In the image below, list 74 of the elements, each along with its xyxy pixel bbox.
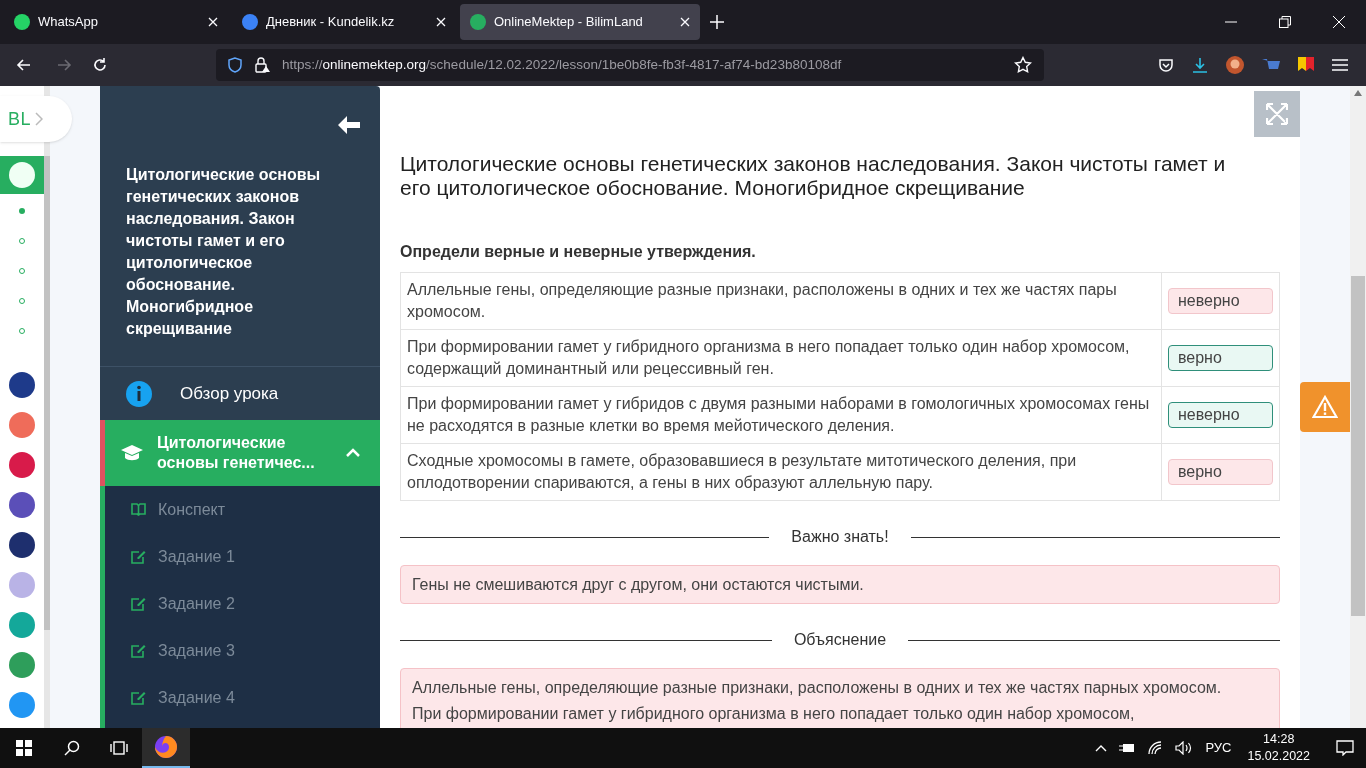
menu-icon[interactable]	[1332, 58, 1348, 72]
app-icon[interactable]	[9, 492, 35, 518]
question-text: Определи верные и неверные утверждения.	[400, 242, 757, 262]
statement-cell: При формировании гамет у гибридного организма в него попадает только один набор хромосом, содержащий доминантный или рецессивный ген.	[400, 329, 1162, 387]
statement-cell: Аллельные гены, определяющие разные признаки, расположены в одних и тех же частях пары хромосом.	[400, 272, 1162, 330]
close-icon[interactable]	[680, 17, 690, 27]
info-icon	[126, 380, 152, 407]
scrollbar-thumb[interactable]	[44, 156, 50, 630]
answer-chip: неверно	[1168, 402, 1273, 428]
edit-icon	[131, 690, 146, 705]
clock-date[interactable]: 15.02.2022	[1247, 748, 1310, 765]
lesson-title: Цитологические основы генетических законов наследования. Закон чистоты гамет и его цитологическое обоснование. Моногибридное скрещивание	[125, 165, 322, 339]
download-icon[interactable]	[1192, 57, 1208, 73]
search-icon[interactable]	[64, 740, 80, 756]
edit-icon	[131, 549, 146, 564]
back-arrow-icon[interactable]	[338, 116, 360, 134]
lesson-item[interactable]: Задание 4	[105, 674, 380, 721]
shield-icon	[228, 57, 242, 73]
close-icon[interactable]	[436, 17, 446, 27]
clock-time[interactable]: 14:28	[1263, 731, 1295, 748]
scroll-up-icon[interactable]	[1354, 90, 1362, 96]
edit-icon	[131, 596, 146, 611]
close-icon[interactable]	[1333, 16, 1345, 28]
url-text: https://onlinemektep.org/schedule/12.02.2022/lesson/1be0b8fe-fb3f-4817-af74-bd23b80108df	[282, 55, 842, 74]
info-alert: Гены не смешиваются друг с другом, они остаются чистыми.	[400, 565, 1280, 604]
lesson-item[interactable]: Задание 1	[105, 533, 380, 580]
app-icon[interactable]	[9, 532, 35, 558]
notifications-icon[interactable]	[1336, 740, 1354, 756]
statement-cell: При формировании гамет у гибридов с двумя разными наборами в гомологичных хромосомах гены не расходятся в разные клетки во время мейотического деления.	[400, 386, 1162, 444]
explanation-text: При формировании гамет у гибридного организма в него попадает только один набор хромосом,	[412, 704, 1136, 724]
statement-cell: Сходные хромосомы в гамете, образовавшиеся в результате митотического деления, при оплодотворении спариваются, а гены в них образуют аллельную пару.	[400, 443, 1162, 501]
star-icon[interactable]	[1014, 56, 1032, 74]
speaker-icon[interactable]	[1175, 741, 1194, 755]
browser-icon	[154, 735, 178, 759]
address-bar[interactable]: https://onlinemektep.org/schedule/12.02.2022/lesson/1be0b8fe-fb3f-4817-af74-bd23b80108df	[216, 49, 1044, 81]
language-indicator[interactable]: РУС	[1205, 738, 1232, 758]
avatar-icon[interactable]	[1226, 56, 1244, 74]
new-tab-icon[interactable]	[710, 15, 724, 29]
browser-tab[interactable]: OnlineMektep - BilimLand	[460, 4, 700, 40]
taskbar-app[interactable]	[142, 728, 190, 768]
warning-icon	[1312, 395, 1338, 419]
wifi-icon[interactable]	[1147, 741, 1164, 755]
section-heading: Объяснение	[793, 630, 887, 650]
close-icon[interactable]	[208, 17, 218, 27]
forward-icon[interactable]	[56, 57, 72, 73]
book-icon	[131, 503, 146, 516]
lesson-item[interactable]: Задание 3	[105, 627, 380, 674]
app-icon[interactable]	[9, 372, 35, 398]
browser-tab[interactable]: Дневник - Kundelik.kz	[232, 4, 456, 40]
answer-chip: верно	[1168, 459, 1273, 485]
restore-icon[interactable]	[1279, 16, 1291, 28]
expand-icon	[1266, 103, 1288, 125]
reload-icon[interactable]	[92, 57, 108, 73]
back-icon[interactable]	[16, 57, 32, 73]
edit-icon	[131, 643, 146, 658]
lock-icon	[254, 57, 270, 73]
chevron-up-icon[interactable]	[1095, 744, 1108, 752]
chevron-right-icon	[34, 112, 43, 126]
lesson-heading: Цитологические основы генетических законов наследования. Закон чистоты гамет и его цитологическое обоснование. Моногибридное скрещивание	[400, 152, 1227, 200]
answer-chip: неверно	[1168, 288, 1273, 314]
answer-chip: верно	[1168, 345, 1273, 371]
scrollbar-thumb[interactable]	[1351, 276, 1365, 616]
brand-logo: BL	[8, 107, 31, 131]
lesson-item[interactable]: Конспект	[105, 486, 380, 533]
explanation-text: Аллельные гены, определяющие разные признаки, расположены в одних и тех же частях парных хромосом.	[412, 678, 1223, 698]
task-view-icon[interactable]	[110, 740, 128, 756]
pocket-icon[interactable]	[1158, 57, 1174, 73]
battery-icon[interactable]	[1119, 742, 1136, 754]
windows-start-icon[interactable]	[16, 740, 32, 756]
browser-tab[interactable]: WhatsApp	[4, 4, 228, 40]
lesson-item[interactable]: Задание 2	[105, 580, 380, 627]
graduation-cap-icon	[121, 445, 143, 461]
section-heading: Важно знать!	[791, 527, 889, 547]
flag-icon[interactable]	[1298, 57, 1314, 73]
